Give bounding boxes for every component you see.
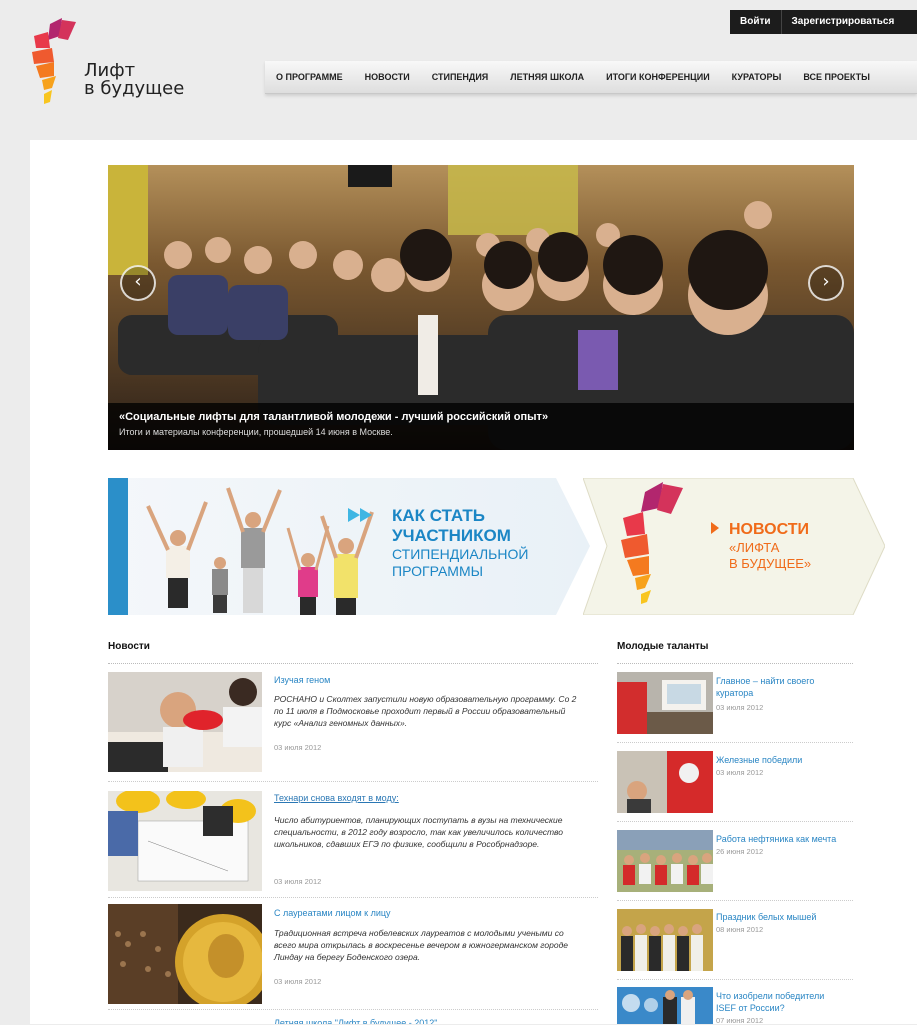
logo-line-2: в будущее	[84, 78, 185, 99]
become-participant-banner[interactable]: КАК СТАТЬ УЧАСТНИКОМ СТИПЕНДИАЛЬНОЙ ПРОГ…	[108, 478, 590, 615]
banner-news-line-1: НОВОСТИ	[729, 521, 810, 538]
talent-item-rule	[617, 821, 853, 822]
news-body: Традиционная встреча нобелевских лауреат…	[274, 928, 568, 962]
news-heading: Новости	[108, 641, 150, 652]
banner-participant-line-4: ПРОГРАММЫ	[392, 563, 484, 579]
register-button[interactable]: Зарегистрироваться	[782, 10, 905, 34]
talent-date: 03 июля 2012	[716, 768, 764, 777]
news-body: Число абитуриентов, планирующих поступат…	[274, 815, 564, 849]
nav-item-curators[interactable]: КУРАТОРЫ	[721, 61, 793, 93]
nav-item-about[interactable]: О ПРОГРАММЕ	[265, 61, 354, 93]
talent-title[interactable]: Работа нефтяника как мечта	[716, 833, 846, 845]
banner-participant-text: КАК СТАТЬ УЧАСТНИКОМ СТИПЕНДИАЛЬНОЙ ПРОГ…	[392, 506, 528, 580]
talent-item-rule	[617, 742, 853, 743]
talent-title[interactable]: Что изобрели победители ISEF от России?	[716, 990, 846, 1014]
talent-title[interactable]: Железные победили	[716, 754, 846, 766]
banner-news-line-2: «ЛИФТА	[729, 540, 780, 555]
talents-heading: Молодые таланты	[617, 641, 709, 652]
talent-thumb[interactable]	[617, 909, 713, 971]
nav-item-conference[interactable]: ИТОГИ КОНФЕРЕНЦИИ	[595, 61, 721, 93]
login-button[interactable]: Войти	[730, 10, 782, 34]
nav-item-summer-school[interactable]: ЛЕТНЯЯ ШКОЛА	[499, 61, 595, 93]
news-item-rule	[108, 781, 598, 782]
news-title[interactable]: Изучая геном	[274, 675, 330, 685]
talent-date: 08 июня 2012	[716, 925, 764, 934]
nav-item-scholarship[interactable]: СТИПЕНДИЯ	[421, 61, 500, 93]
news-date: 03 июля 2012	[274, 977, 322, 986]
news-title[interactable]: Летняя школа "Лифт в будущее - 2012"	[274, 1018, 437, 1024]
news-date: 03 июля 2012	[274, 743, 322, 752]
news-body: РОСНАНО и Сколтех запустили новую образо…	[274, 694, 577, 728]
news-thumb[interactable]	[108, 904, 262, 1004]
banner-participant-line-1: КАК СТАТЬ	[392, 506, 485, 525]
banner-news-line-3: В БУДУЩЕЕ»	[729, 556, 812, 571]
news-heading-rule	[108, 663, 598, 664]
hero-slider[interactable]: ‹ › «Социальные лифты для талантливой мо…	[108, 165, 854, 450]
talent-item-rule	[617, 979, 853, 980]
talent-item-rule	[617, 900, 853, 901]
news-thumb[interactable]	[108, 672, 262, 772]
talent-thumb[interactable]	[617, 987, 713, 1024]
news-thumb[interactable]	[108, 791, 262, 891]
talent-thumb[interactable]	[617, 672, 713, 734]
news-image-nobel-medal	[108, 904, 262, 1004]
news-title[interactable]: Технари снова входят в моду:	[274, 793, 399, 803]
hero-title[interactable]: «Социальные лифты для талантливой молоде…	[119, 411, 548, 423]
banner-participant-line-3: СТИПЕНДИАЛЬНОЙ	[392, 546, 529, 562]
talent-thumb[interactable]	[617, 830, 713, 892]
news-image-engineers	[108, 791, 262, 891]
talent-thumb[interactable]	[617, 751, 713, 813]
talent-image-curator	[617, 672, 713, 734]
hero-prev-button[interactable]: ‹	[120, 265, 156, 301]
news-image-lab	[108, 672, 262, 772]
main-nav: О ПРОГРАММЕ НОВОСТИ СТИПЕНДИЯ ЛЕТНЯЯ ШКО…	[265, 61, 917, 94]
talent-image-isef	[617, 987, 713, 1024]
news-thumb[interactable]	[108, 1018, 262, 1024]
lift-news-banner[interactable]: НОВОСТИ «ЛИФТА В БУДУЩЕЕ»	[583, 478, 885, 615]
news-title[interactable]: С лауреатами лицом к лицу	[274, 908, 391, 918]
talents-heading-rule	[617, 663, 853, 664]
hero-caption: «Социальные лифты для талантливой молоде…	[108, 403, 854, 450]
nav-item-news[interactable]: НОВОСТИ	[354, 61, 421, 93]
logo-mark-icon[interactable]	[30, 18, 80, 104]
talent-title[interactable]: Главное – найти своего куратора	[716, 675, 846, 699]
news-date: 03 июля 2012	[274, 877, 322, 886]
talent-image-white-mice	[617, 909, 713, 971]
logo-text[interactable]: Лифт в будущее	[84, 62, 184, 98]
banner-news-text: НОВОСТИ «ЛИФТА В БУДУЩЕЕ»	[729, 520, 811, 572]
banner-participant-line-2: УЧАСТНИКОМ	[392, 526, 511, 545]
news-item-rule	[108, 1009, 598, 1010]
nav-item-all-projects[interactable]: ВСЕ ПРОЕКТЫ	[792, 61, 881, 93]
news-item-rule	[108, 897, 598, 898]
talent-date: 26 июня 2012	[716, 847, 764, 856]
talent-title[interactable]: Праздник белых мышей	[716, 911, 846, 923]
talent-image-iron	[617, 751, 713, 813]
talent-date: 03 июля 2012	[716, 703, 764, 712]
hero-next-button[interactable]: ›	[808, 265, 844, 301]
auth-bar: Войти Зарегистрироваться	[730, 10, 917, 34]
hero-subtitle: Итоги и материалы конференции, прошедшей…	[119, 427, 393, 437]
talent-image-oil-worker	[617, 830, 713, 892]
